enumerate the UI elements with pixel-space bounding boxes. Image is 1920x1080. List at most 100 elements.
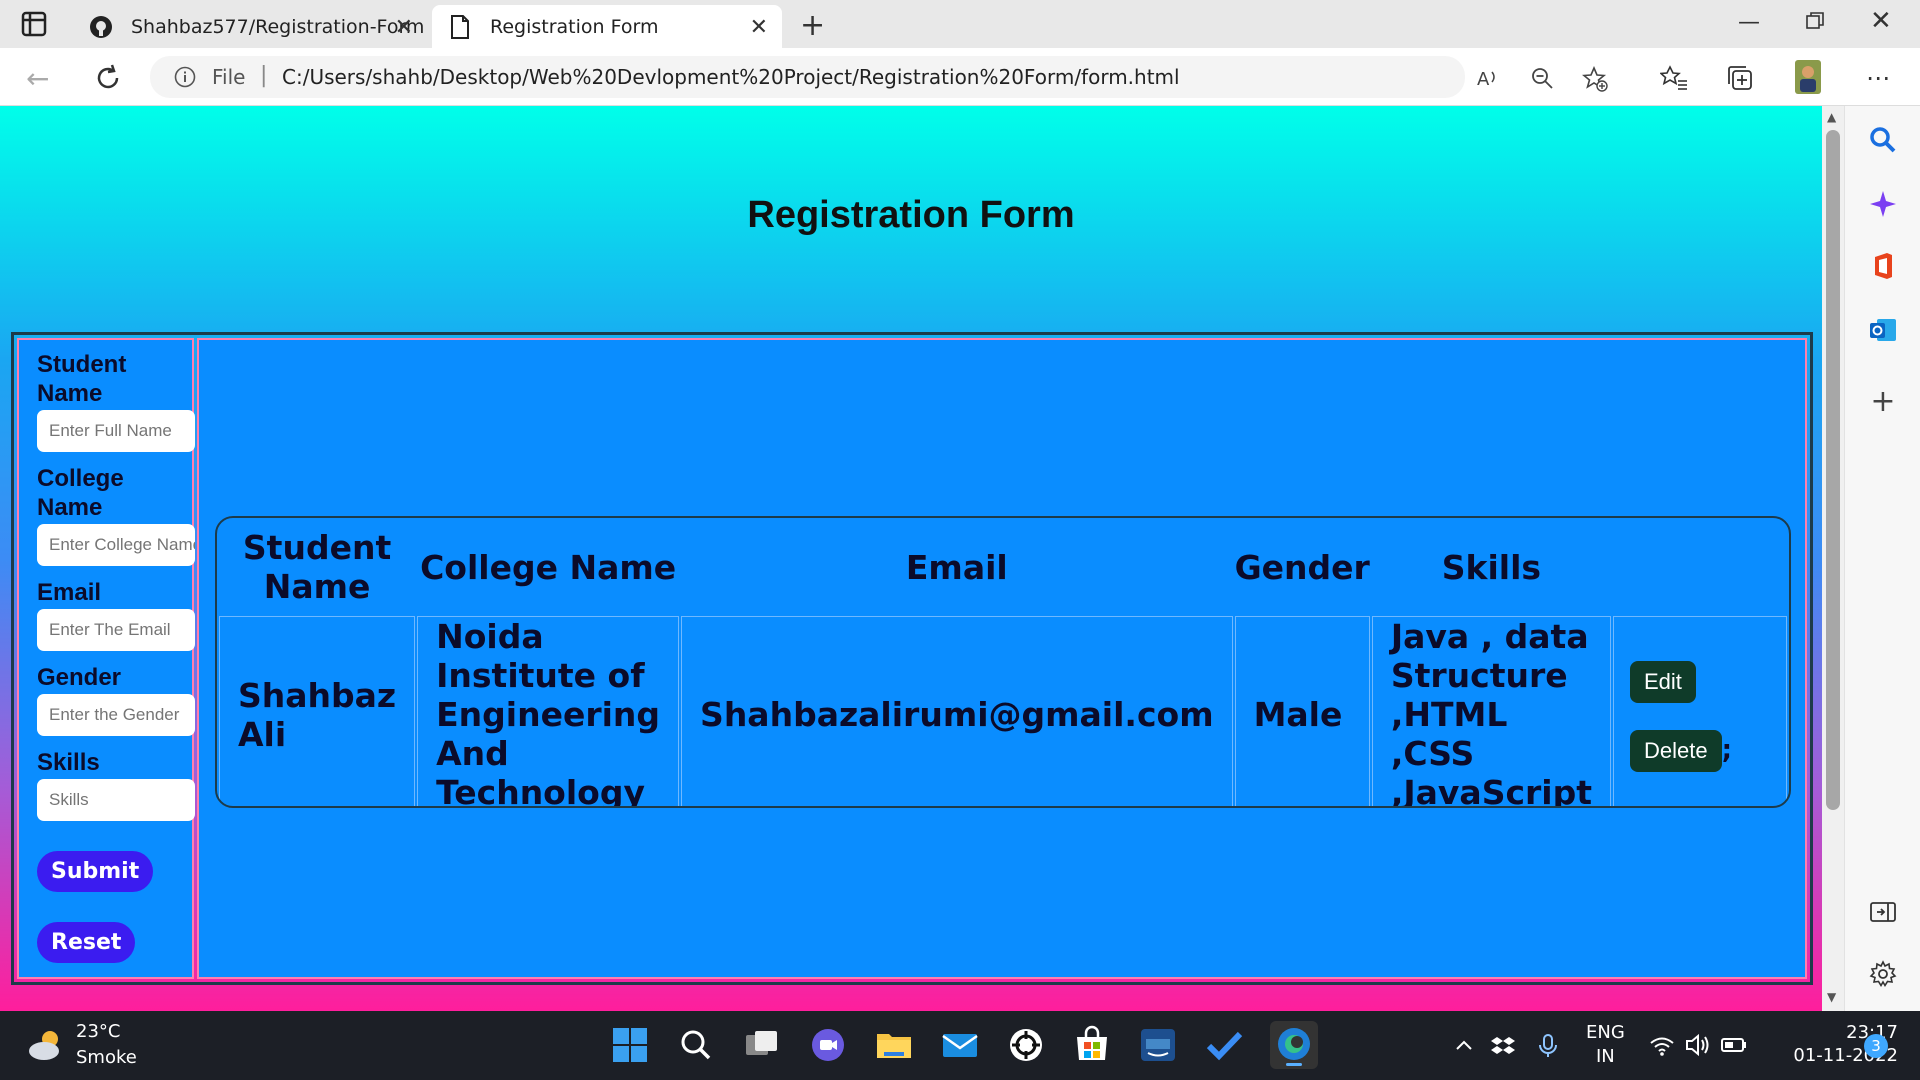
cell-email: Shahbazalirumi@gmail.com — [681, 616, 1233, 806]
windows-start-icon[interactable] — [610, 1025, 650, 1065]
url-text[interactable]: C:/Users/shahb/Desktop/Web%20Devlopment%… — [282, 65, 1180, 89]
tab-registration-form[interactable]: Registration Form ✕ — [432, 5, 782, 48]
teams-chat-icon[interactable] — [808, 1025, 848, 1065]
collections-icon[interactable] — [1726, 64, 1754, 92]
wifi-icon[interactable] — [1648, 1025, 1676, 1065]
college-name-input[interactable] — [37, 524, 195, 566]
search-icon[interactable] — [1867, 124, 1899, 156]
column-header-email: Email — [905, 547, 1008, 587]
registration-form-panel: Student Name College Name Email Gender S… — [17, 338, 195, 979]
edge-sidebar: + — [1844, 106, 1920, 1011]
zoom-out-icon[interactable] — [1530, 66, 1554, 90]
form-container: Student Name College Name Email Gender S… — [11, 332, 1813, 985]
more-options-icon[interactable]: ⋯ — [1866, 64, 1894, 92]
profile-avatar-icon[interactable] — [1795, 60, 1821, 94]
taskbar: 23°C Smoke ENG IN 23:17 01-11-2022 3 — [0, 1011, 1920, 1080]
settings-gear-icon[interactable] — [1867, 958, 1899, 990]
gender-label: Gender — [37, 664, 122, 691]
back-arrow-icon[interactable]: ← — [26, 62, 49, 95]
office-icon[interactable] — [1867, 250, 1899, 282]
page-icon — [446, 13, 474, 41]
page-title: Registration Form — [747, 194, 1075, 236]
close-window-icon[interactable]: ✕ — [1870, 6, 1892, 36]
page-viewport: Registration Form Student Name College N… — [0, 106, 1822, 1011]
add-favorite-icon[interactable] — [1582, 66, 1608, 92]
read-aloud-icon[interactable]: A — [1476, 66, 1500, 90]
reload-icon[interactable] — [92, 62, 124, 94]
task-view-icon[interactable] — [742, 1025, 782, 1065]
prime-video-icon[interactable] — [1138, 1025, 1178, 1065]
column-header-gender: Gender — [1234, 547, 1370, 587]
github-icon — [87, 13, 115, 41]
address-bar: ← File | C:/Users/shahb/Desktop/Web%20De… — [0, 48, 1920, 106]
svg-text:A: A — [1477, 69, 1490, 90]
add-sidebar-app-icon[interactable]: + — [1867, 384, 1899, 419]
gender-input[interactable] — [37, 694, 195, 736]
url-field[interactable]: File | C:/Users/shahb/Desktop/Web%20Devl… — [150, 56, 1608, 98]
stray-semicolon: ; — [1721, 734, 1732, 765]
cell-gender: Male — [1234, 616, 1370, 806]
hide-sidebar-icon[interactable] — [1867, 896, 1899, 928]
weather-temperature: 23°C — [76, 1021, 121, 1042]
tab-actions-icon[interactable] — [18, 10, 52, 38]
url-scheme: File — [212, 65, 246, 89]
dropbox-icon[interactable] — [1490, 1025, 1516, 1065]
weather-cloud-sun-icon[interactable] — [24, 1025, 68, 1065]
volume-icon[interactable] — [1684, 1025, 1712, 1065]
language-indicator[interactable]: ENG IN — [1586, 1021, 1625, 1069]
cell-student-name: Shahbaz Ali — [219, 616, 416, 806]
url-separator: | — [260, 63, 268, 88]
skills-input[interactable] — [37, 779, 195, 821]
show-hidden-icons-icon[interactable] — [1452, 1025, 1476, 1065]
info-icon[interactable] — [174, 66, 196, 88]
microphone-icon[interactable] — [1536, 1025, 1560, 1065]
records-table: Student Name College Name Email Gender S… — [215, 516, 1791, 808]
region-code: IN — [1596, 1046, 1615, 1067]
taskbar-search-icon[interactable] — [676, 1025, 716, 1065]
records-panel: Student Name College Name Email Gender S… — [197, 338, 1807, 979]
minimize-icon[interactable]: — — [1738, 10, 1760, 35]
submit-button[interactable]: Submit — [37, 851, 154, 892]
weather-description: Smoke — [76, 1047, 137, 1068]
chatgpt-app-icon[interactable] — [1006, 1025, 1046, 1065]
cell-actions: Edit Delete; — [1613, 616, 1787, 806]
edge-browser-icon[interactable] — [1270, 1021, 1318, 1069]
column-header-skills: Skills — [1441, 547, 1542, 587]
tab-title: Registration Form — [490, 15, 659, 38]
tab-github[interactable]: Shahbaz577/Registration-Form ✕ — [75, 5, 427, 48]
email-input[interactable] — [37, 609, 195, 651]
favorites-icon[interactable] — [1660, 64, 1688, 92]
table-header-row: Student Name College Name Email Gender S… — [219, 520, 1787, 614]
student-name-input[interactable] — [37, 410, 195, 452]
page-scrollbar[interactable]: ▲ ▼ — [1822, 106, 1844, 1011]
student-name-label: Student Name — [37, 351, 127, 407]
notification-badge[interactable]: 3 — [1864, 1034, 1888, 1058]
mail-icon[interactable] — [940, 1025, 980, 1065]
column-header-college-name: College Name — [420, 547, 677, 587]
cell-college-name: Noida Institute of Engineering And Techn… — [417, 616, 680, 806]
todo-checkmark-icon[interactable] — [1204, 1025, 1244, 1065]
outlook-icon[interactable] — [1867, 314, 1899, 346]
college-name-label: College Name — [37, 465, 124, 521]
edit-button[interactable]: Edit — [1630, 660, 1696, 703]
new-tab-icon[interactable]: + — [800, 8, 825, 43]
close-tab-icon[interactable]: ✕ — [395, 15, 413, 40]
reset-button[interactable]: Reset — [37, 922, 136, 963]
restore-icon[interactable] — [1806, 12, 1824, 30]
battery-icon[interactable] — [1720, 1025, 1748, 1065]
table-row: Shahbaz Ali Noida Institute of Engineeri… — [219, 616, 1787, 806]
scrollbar-thumb[interactable] — [1826, 130, 1840, 810]
email-label: Email — [37, 579, 102, 606]
tab-bar: Shahbaz577/Registration-Form ✕ Registrat… — [0, 0, 1920, 48]
file-explorer-icon[interactable] — [874, 1025, 914, 1065]
scroll-up-icon[interactable]: ▲ — [1827, 110, 1836, 124]
scroll-down-icon[interactable]: ▼ — [1827, 990, 1836, 1004]
column-header-actions — [1613, 520, 1787, 614]
copilot-sparkle-icon[interactable] — [1867, 188, 1899, 220]
column-header-student-name: Student Name — [242, 528, 392, 606]
skills-label: Skills — [37, 749, 100, 776]
close-tab-icon[interactable]: ✕ — [750, 15, 768, 40]
delete-button[interactable]: Delete — [1630, 729, 1722, 772]
cell-skills: Java , data Structure ,HTML ,CSS ,JavaSc… — [1371, 616, 1611, 806]
microsoft-store-icon[interactable] — [1072, 1025, 1112, 1065]
